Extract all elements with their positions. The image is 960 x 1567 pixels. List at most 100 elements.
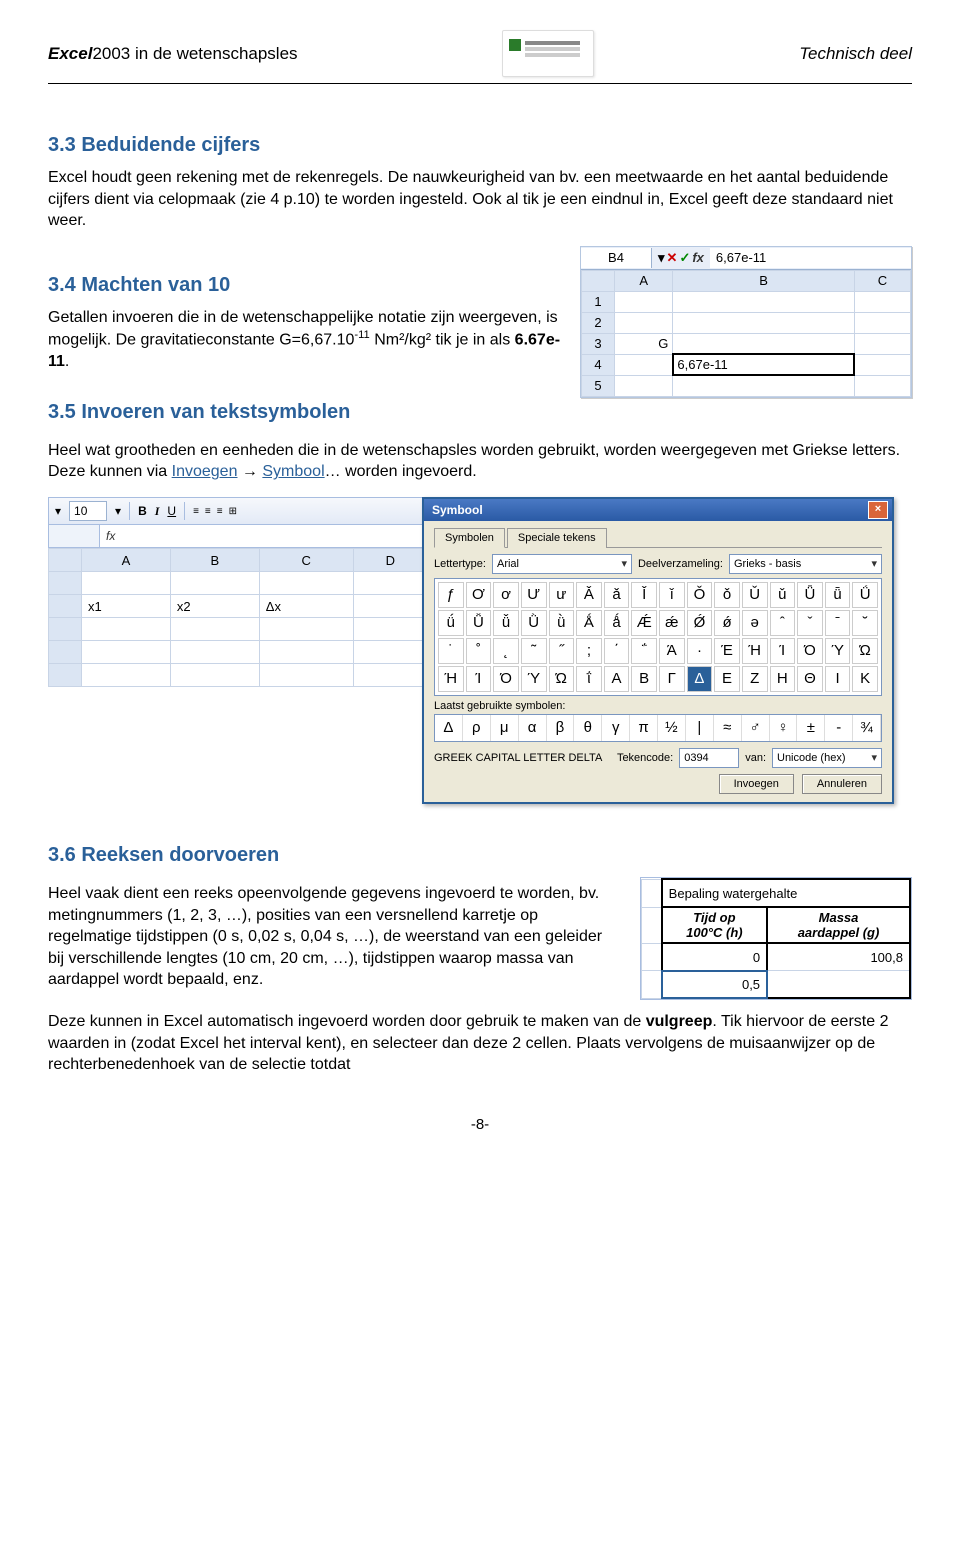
symbol-cell[interactable]: Ώ <box>549 666 575 692</box>
col-A[interactable]: A <box>82 549 171 572</box>
symbol-cell[interactable]: ơ <box>493 582 519 608</box>
symbol-cell[interactable]: Ơ <box>466 582 492 608</box>
subset-dropdown[interactable]: Grieks - basis <box>729 554 882 574</box>
symbol-cell[interactable]: Ǔ <box>742 582 768 608</box>
recent-symbol[interactable]: ½ <box>658 715 686 741</box>
recent-symbol[interactable]: ♂ <box>742 715 770 741</box>
row-h[interactable] <box>49 641 82 664</box>
recent-symbol[interactable]: β <box>547 715 575 741</box>
symbol-cell[interactable]: ǖ <box>825 582 851 608</box>
row-2[interactable]: 2 <box>582 312 615 333</box>
symbol-cell[interactable]: Β <box>631 666 657 692</box>
symbol-cell[interactable]: ΄ <box>604 638 630 664</box>
symbol-cell[interactable]: ǻ <box>604 610 630 636</box>
cell[interactable] <box>259 572 353 595</box>
fx-icon[interactable]: fx <box>100 525 121 547</box>
symbol-cell[interactable]: · <box>687 638 713 664</box>
recent-symbol[interactable]: ± <box>797 715 825 741</box>
recent-symbol[interactable]: α <box>519 715 547 741</box>
cell[interactable] <box>854 333 910 354</box>
table-title[interactable]: Bepaling watergehalte <box>662 879 910 907</box>
symbol-cell[interactable]: Ύ <box>521 666 547 692</box>
symbol-cell[interactable]: ə <box>742 610 768 636</box>
symbol-cell[interactable]: Ά <box>659 638 685 664</box>
cell[interactable] <box>642 879 662 907</box>
symbol-cell[interactable]: Ǻ <box>576 610 602 636</box>
recent-symbol[interactable]: Δ <box>435 715 463 741</box>
symbol-cell[interactable]: Ǿ <box>687 610 713 636</box>
symbol-cell[interactable]: Ǐ <box>631 582 657 608</box>
cell[interactable] <box>259 664 353 687</box>
cell[interactable] <box>615 354 673 375</box>
recent-symbol[interactable]: ♀ <box>770 715 798 741</box>
symbol-cell[interactable]: Ή <box>742 638 768 664</box>
cell[interactable] <box>82 572 171 595</box>
annuleren-button[interactable]: Annuleren <box>802 774 882 794</box>
cell-dx[interactable]: Δx <box>259 595 353 618</box>
symbol-cell[interactable]: ǒ <box>714 582 740 608</box>
tab-symbolen[interactable]: Symbolen <box>434 528 505 548</box>
cell[interactable] <box>170 664 259 687</box>
symbol-cell[interactable]: Ǘ <box>852 582 878 608</box>
symbol-cell[interactable]: ǿ <box>714 610 740 636</box>
symbol-cell[interactable]: Ό <box>493 666 519 692</box>
col-D[interactable]: D <box>353 549 427 572</box>
recent-symbol[interactable]: ρ <box>463 715 491 741</box>
name-box[interactable]: B4 <box>581 248 652 268</box>
symbol-cell[interactable]: ǜ <box>549 610 575 636</box>
cell[interactable] <box>673 375 854 396</box>
table-head-tijd[interactable]: Tijd op100°C (h) <box>662 907 767 943</box>
symbol-cell[interactable]: Θ <box>797 666 823 692</box>
font-dropdown-icon[interactable]: ▾ <box>55 504 61 518</box>
symbol-cell[interactable]: Ǚ <box>466 610 492 636</box>
symbol-cell[interactable]: ǎ <box>604 582 630 608</box>
symbol-cell[interactable]: ư <box>549 582 575 608</box>
invoegen-button[interactable]: Invoegen <box>719 774 794 794</box>
cell[interactable] <box>259 641 353 664</box>
symbol-cell[interactable]: Γ <box>659 666 685 692</box>
symbol-cell[interactable]: ǐ <box>659 582 685 608</box>
recent-symbol[interactable]: γ <box>602 715 630 741</box>
merge-icon[interactable]: ⊞ <box>229 506 235 517</box>
cell[interactable] <box>673 291 854 312</box>
recent-symbol[interactable]: μ <box>491 715 519 741</box>
recent-symbol[interactable]: ¾ <box>853 715 881 741</box>
name-box-2[interactable] <box>49 525 100 547</box>
cancel-x-icon[interactable]: ✕ <box>667 250 678 266</box>
cell[interactable] <box>673 312 854 333</box>
symbol-cell[interactable]: Ǒ <box>687 582 713 608</box>
symbol-cell[interactable]: ƒ <box>438 582 464 608</box>
row-1[interactable]: 1 <box>582 291 615 312</box>
cell[interactable] <box>82 641 171 664</box>
dropdown-icon[interactable]: ▾ <box>115 504 121 518</box>
symbol-cell[interactable]: Ǜ <box>521 610 547 636</box>
symbol-cell[interactable]: ΅ <box>631 638 657 664</box>
code-input[interactable]: 0394 <box>679 748 739 768</box>
symbol-cell[interactable]: ǘ <box>438 610 464 636</box>
symbol-cell[interactable]: ǽ <box>659 610 685 636</box>
select-all-corner[interactable] <box>582 270 615 291</box>
underline-button[interactable]: U <box>167 504 176 518</box>
symbol-cell[interactable]: ˙ <box>438 638 464 664</box>
symbol-cell[interactable]: ˇ <box>797 610 823 636</box>
cell[interactable] <box>353 595 427 618</box>
cell-b4[interactable]: 6,67e-11 <box>673 354 854 375</box>
row-h[interactable] <box>49 618 82 641</box>
symbol-cell[interactable]: Ώ <box>852 638 878 664</box>
symbol-cell[interactable]: Ǖ <box>797 582 823 608</box>
symbol-cell[interactable]: Έ <box>714 638 740 664</box>
symbol-cell[interactable]: ˚ <box>466 638 492 664</box>
close-icon[interactable]: × <box>868 501 888 519</box>
cell[interactable] <box>854 291 910 312</box>
cell-tijd-05[interactable]: 0,5 <box>662 971 767 999</box>
symbol-cell[interactable]: Ǎ <box>576 582 602 608</box>
cell[interactable] <box>854 354 910 375</box>
recent-symbol[interactable]: ≈ <box>714 715 742 741</box>
symbol-cell[interactable]: Ί <box>466 666 492 692</box>
cell[interactable] <box>854 312 910 333</box>
cell[interactable] <box>170 572 259 595</box>
row-h[interactable] <box>49 572 82 595</box>
symbol-cell[interactable]: Α <box>604 666 630 692</box>
symbol-cell[interactable]: ˝ <box>549 638 575 664</box>
cell[interactable] <box>170 641 259 664</box>
